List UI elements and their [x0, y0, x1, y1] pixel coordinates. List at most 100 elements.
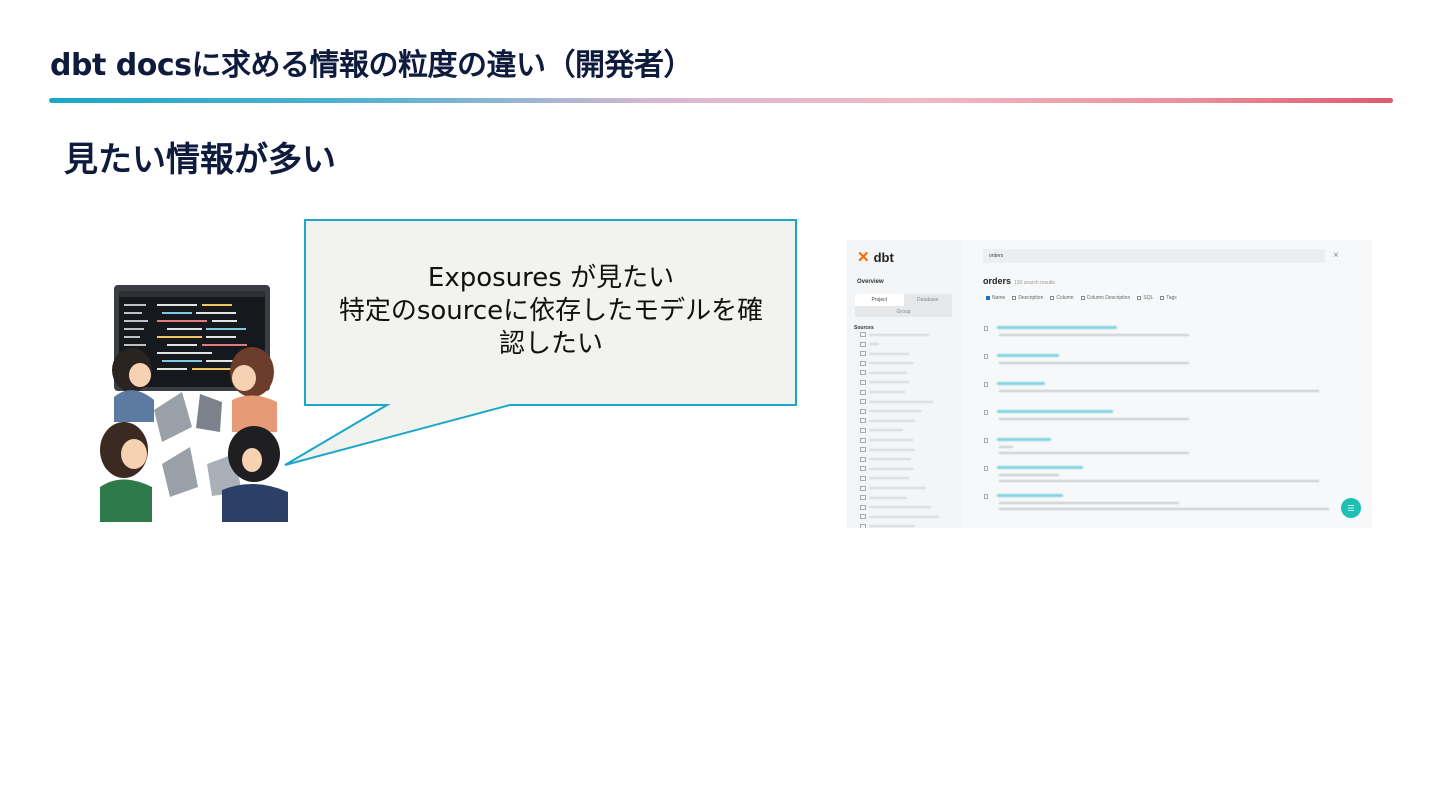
filter-option[interactable]: Column Description	[1080, 295, 1131, 301]
source-tree-item[interactable]	[860, 427, 958, 433]
source-tree-item[interactable]	[860, 370, 958, 376]
source-tree-item-label	[869, 352, 909, 355]
source-tree-item-label	[869, 333, 929, 336]
folder-icon	[860, 351, 866, 357]
result-name[interactable]	[997, 410, 1113, 413]
source-tree-item[interactable]	[860, 514, 958, 520]
model-icon	[984, 326, 988, 331]
folder-icon	[860, 379, 866, 385]
filter-option[interactable]: Column	[1050, 295, 1074, 301]
source-tree-item[interactable]	[860, 351, 958, 357]
tab-database[interactable]: Database	[903, 294, 952, 306]
sources-tree	[860, 332, 958, 528]
source-tree-item-label	[869, 439, 913, 442]
filter-option[interactable]: Name	[986, 295, 1005, 301]
folder-icon	[860, 360, 866, 366]
folder-icon	[860, 504, 866, 510]
filter-option[interactable]: SQL	[1137, 295, 1153, 301]
source-tree-item[interactable]	[860, 447, 958, 453]
source-tree-item[interactable]	[860, 504, 958, 510]
source-tree-item[interactable]	[860, 379, 958, 385]
source-tree-item-label	[869, 458, 911, 461]
result-description	[999, 474, 1059, 476]
search-result-item[interactable]	[983, 462, 1363, 490]
source-tree-item[interactable]	[860, 495, 958, 501]
folder-icon	[860, 370, 866, 376]
filter-option[interactable]: Description	[1012, 295, 1043, 301]
close-icon[interactable]: ×	[1333, 249, 1339, 263]
filter-label: Column Description	[1086, 295, 1131, 301]
search-result-item[interactable]	[983, 322, 1363, 350]
source-tree-item[interactable]	[860, 408, 958, 414]
search-result-item[interactable]	[983, 406, 1363, 434]
folder-icon	[860, 408, 866, 414]
folder-icon	[860, 399, 866, 405]
search-filters: Name Description Column Column Description S…	[986, 295, 1177, 301]
source-tree-item-label	[869, 487, 925, 489]
source-tree-item[interactable]	[860, 523, 958, 528]
source-tree-item-label	[869, 371, 907, 374]
search-input[interactable]: orders	[983, 249, 1325, 263]
result-description	[999, 480, 1319, 482]
search-result-item[interactable]	[983, 378, 1363, 406]
source-tree-item[interactable]	[860, 341, 958, 347]
filter-label: SQL	[1143, 295, 1154, 301]
filter-checkbox[interactable]	[1137, 296, 1142, 300]
filter-checkbox[interactable]	[1012, 296, 1017, 300]
docs-sidebar: ✕ dbt Overview Project Database Group So…	[847, 240, 963, 528]
model-icon	[984, 382, 988, 387]
filter-label: Description	[1018, 295, 1044, 301]
search-result-item[interactable]	[983, 350, 1363, 378]
source-tree-item-label	[869, 515, 939, 518]
slide-title: dbt docsに求める情報の粒度の違い（開発者）	[50, 48, 693, 83]
source-tree-item-label	[869, 410, 921, 413]
source-tree-item-label	[869, 477, 909, 480]
result-name[interactable]	[997, 466, 1083, 469]
model-icon	[984, 466, 988, 471]
source-tree-item[interactable]	[860, 466, 958, 472]
tab-group[interactable]: Group	[855, 306, 952, 317]
filter-checkbox[interactable]	[1050, 296, 1055, 300]
result-name[interactable]	[997, 438, 1051, 441]
source-tree-item[interactable]	[860, 485, 958, 491]
source-tree-item[interactable]	[860, 437, 958, 443]
folder-icon	[860, 341, 866, 347]
filter-option[interactable]: Tags	[1160, 295, 1177, 301]
model-icon	[984, 438, 988, 443]
result-description	[999, 334, 1189, 336]
result-description	[999, 508, 1329, 510]
tab-project[interactable]: Project	[855, 294, 904, 306]
result-name[interactable]	[997, 494, 1063, 497]
result-name[interactable]	[997, 354, 1059, 357]
filter-checkbox[interactable]	[1160, 296, 1165, 300]
source-tree-item[interactable]	[860, 456, 958, 462]
search-result-item[interactable]	[983, 434, 1363, 462]
folder-icon	[860, 475, 866, 481]
source-tree-item-label	[869, 343, 879, 346]
filter-checkbox[interactable]	[1080, 296, 1085, 300]
folder-icon	[860, 456, 866, 462]
source-tree-item[interactable]	[860, 360, 958, 366]
result-description	[999, 502, 1179, 504]
source-tree-item[interactable]	[860, 475, 958, 481]
source-tree-item[interactable]	[860, 418, 958, 424]
overview-link[interactable]: Overview	[857, 279, 884, 285]
result-name[interactable]	[997, 382, 1045, 385]
dbt-logo[interactable]: ✕ dbt	[857, 250, 894, 266]
results-title: orders 130 search results	[983, 276, 1055, 286]
model-icon	[984, 354, 988, 359]
bubble-line-2: 特定のsourceに依存したモデルを確	[338, 296, 764, 326]
results-query: orders	[983, 276, 1012, 286]
source-tree-item[interactable]	[860, 399, 958, 405]
source-tree-item[interactable]	[860, 332, 958, 337]
result-name[interactable]	[997, 326, 1117, 329]
menu-fab-button[interactable]: ☰	[1341, 498, 1361, 518]
result-description	[999, 362, 1189, 364]
search-result-item[interactable]	[983, 490, 1363, 518]
source-tree-item[interactable]	[860, 389, 958, 395]
filter-checkbox[interactable]	[986, 296, 990, 300]
filter-label: Column	[1056, 295, 1074, 301]
bubble-line-1: Exposures が見たい	[427, 263, 675, 293]
bubble-line-3: 認したい	[498, 329, 603, 359]
source-tree-item-label	[869, 419, 915, 422]
